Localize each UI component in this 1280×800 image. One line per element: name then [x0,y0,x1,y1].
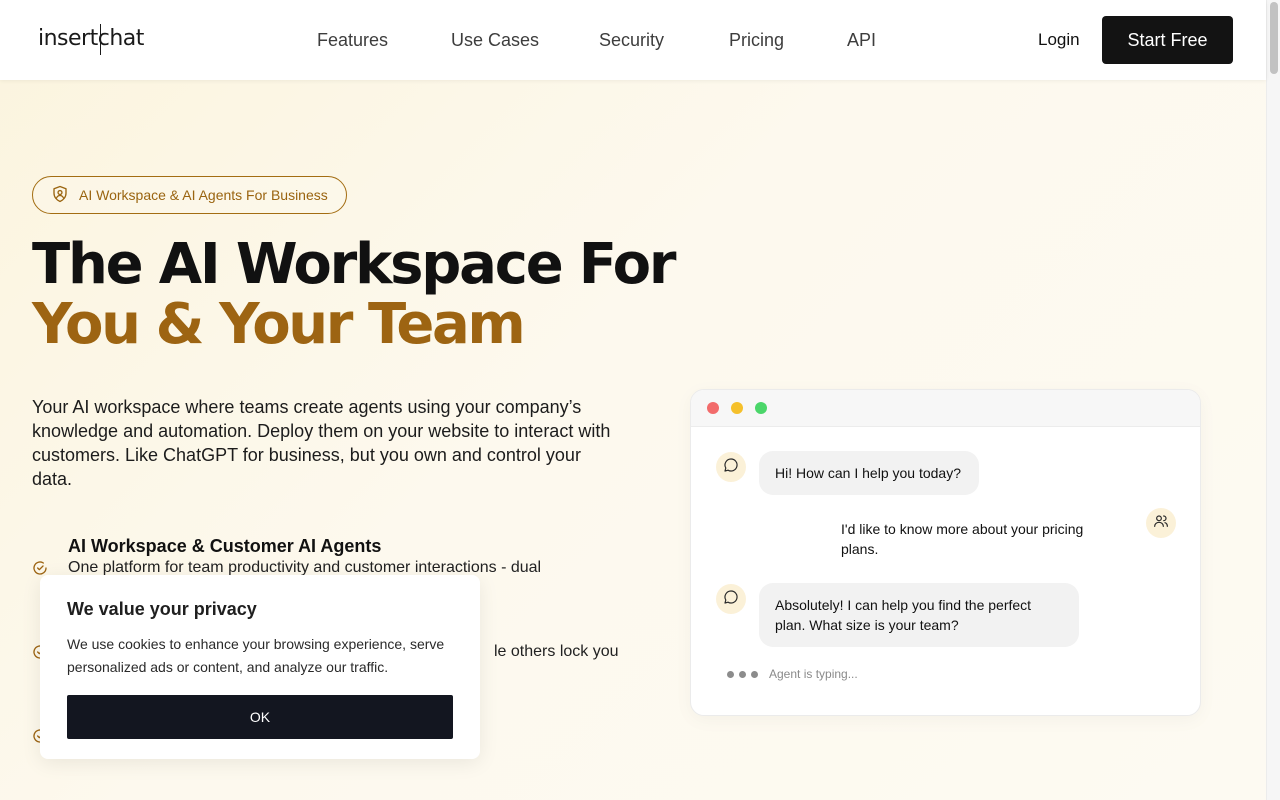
chat-bubble-icon [723,457,739,478]
user-message: I'd like to know more about your pricing… [841,521,1084,557]
window-minimize-dot [731,402,743,414]
typing-dot [727,670,734,678]
nav-api[interactable]: API [847,30,876,51]
nav-security[interactable]: Security [599,30,664,51]
user-avatar [1146,508,1176,538]
hero-description: Your AI workspace where teams create age… [32,397,611,489]
hero-title-line2: You & Your Team [32,292,526,357]
agent-avatar [716,452,746,482]
chat-window-titlebar [691,390,1200,427]
agent-avatar [716,584,746,614]
typing-text: Agent is typing... [769,667,858,681]
scrollbar[interactable] [1266,0,1280,800]
start-free-button[interactable]: Start Free [1102,16,1233,64]
cookie-title: We value your privacy [67,599,257,619]
logo[interactable]: insertchat [38,24,144,56]
window-close-dot [707,402,719,414]
logo-cursor [100,24,101,55]
nav-features[interactable]: Features [317,30,388,51]
typing-dot [739,670,746,678]
cookie-ok-button[interactable]: OK [67,695,453,739]
chat-preview-window: Hi! How can I help you today? I'd like t… [690,389,1201,716]
users-icon [1153,513,1169,534]
feature-title: AI Workspace & Customer AI Agents [68,536,382,556]
cookie-text: We use cookies to enhance your browsing … [67,636,445,675]
typing-dot [751,670,758,678]
site-header: insertchat Features Use Cases Security P… [0,0,1266,80]
agent-message: Absolutely! I can help you find the perf… [759,583,1079,647]
nav-pricing[interactable]: Pricing [729,30,784,51]
scrollbar-thumb[interactable] [1270,2,1278,74]
chat-bubble-icon [723,589,739,610]
cookie-consent-dialog: We value your privacy We use cookies to … [40,575,480,759]
hero-badge: AI Workspace & AI Agents For Business [32,176,347,214]
login-link[interactable]: Login [1038,30,1080,50]
hero-badge-label: AI Workspace & AI Agents For Business [79,187,328,203]
agent-message: Hi! How can I help you today? [759,451,979,495]
shield-user-icon [51,185,79,206]
nav-use-cases[interactable]: Use Cases [451,30,539,51]
typing-indicator: Agent is typing... [727,667,858,681]
feature-description: le others lock you [494,643,619,660]
window-maximize-dot [755,402,767,414]
hero-title-line1: The AI Workspace For [32,232,676,297]
